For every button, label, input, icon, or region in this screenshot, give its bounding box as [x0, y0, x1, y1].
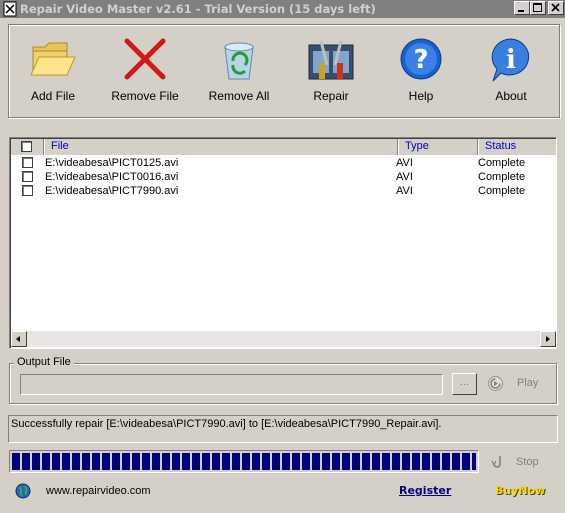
row-type: AVI	[396, 157, 413, 169]
column-header-type[interactable]: Type	[398, 139, 478, 155]
folder-icon	[30, 42, 76, 76]
table-row[interactable]: E:\videabesa\PICT0125.avi AVI Complete	[11, 156, 556, 170]
table-row[interactable]: E:\videabesa\PICT7990.avi AVI Complete	[11, 184, 556, 198]
arrow-left-icon	[16, 336, 20, 342]
help-button[interactable]: ? Help	[377, 25, 465, 117]
progress-bar	[9, 450, 479, 473]
status-message: Successfully repair [E:\videabesa\PICT79…	[8, 415, 558, 443]
table-row[interactable]: E:\videabesa\PICT0016.avi AVI Complete	[11, 170, 556, 184]
minimize-icon	[518, 10, 524, 12]
close-icon	[551, 3, 560, 12]
maximize-button[interactable]	[530, 1, 546, 15]
select-all-checkbox[interactable]	[21, 141, 32, 152]
repair-label: Repair	[313, 89, 349, 103]
remove-file-label: Remove File	[111, 89, 179, 103]
recycle-bin-icon	[224, 42, 254, 80]
help-label: Help	[408, 89, 434, 103]
output-file-label: Output File	[14, 356, 74, 369]
window-title: Repair Video Master v2.61 - Trial Versio…	[20, 2, 376, 16]
file-list[interactable]: File Type Status E:\videabesa\PICT0125.a…	[9, 137, 557, 349]
row-status: Complete	[478, 185, 526, 197]
minimize-button[interactable]	[514, 1, 530, 15]
about-button[interactable]: i About	[467, 25, 555, 117]
row-checkbox[interactable]	[22, 171, 33, 182]
toolbar: Add File Remove File Remove All Repair ?…	[8, 24, 560, 118]
scroll-left-button[interactable]	[11, 331, 27, 347]
remove-all-label: Remove All	[208, 89, 270, 103]
output-file-field[interactable]	[20, 374, 443, 395]
about-label: About	[495, 89, 527, 103]
buynow-link[interactable]: BuyNow	[495, 484, 545, 497]
add-file-button[interactable]: Add File	[9, 25, 97, 117]
website-link[interactable]: www.repairvideo.com	[46, 485, 151, 497]
svg-text:i: i	[506, 45, 516, 75]
row-checkbox[interactable]	[22, 157, 33, 168]
column-header-file[interactable]: File	[44, 139, 398, 155]
red-x-icon	[124, 38, 166, 80]
row-status: Complete	[478, 157, 526, 169]
title-bar[interactable]: Repair Video Master v2.61 - Trial Versio…	[0, 0, 565, 18]
play-icon	[488, 376, 503, 391]
row-checkbox[interactable]	[22, 185, 33, 196]
repair-button[interactable]: Repair	[287, 25, 375, 117]
arrow-right-icon	[546, 336, 550, 342]
list-header: File Type Status	[11, 139, 556, 155]
stop-button[interactable]: Stop	[516, 456, 539, 468]
film-tools-icon	[308, 40, 354, 80]
row-file: E:\videabesa\PICT7990.avi	[45, 185, 179, 197]
row-status: Complete	[478, 171, 526, 183]
help-question-icon: ?	[400, 38, 442, 80]
maximize-icon	[533, 3, 542, 12]
close-button[interactable]	[548, 1, 564, 15]
info-icon: i	[491, 38, 530, 82]
row-file: E:\videabesa\PICT0016.avi	[45, 171, 179, 183]
row-type: AVI	[396, 171, 413, 183]
progress-fill	[12, 453, 476, 470]
row-file: E:\videabesa\PICT0125.avi	[45, 157, 179, 169]
horizontal-scrollbar[interactable]	[11, 331, 556, 347]
app-icon	[3, 1, 17, 17]
browse-button[interactable]: ...	[452, 373, 477, 395]
add-file-label: Add File	[30, 89, 76, 103]
scroll-right-button[interactable]	[540, 331, 556, 347]
play-button[interactable]: Play	[517, 377, 538, 389]
register-link[interactable]: Register	[399, 484, 451, 497]
row-type: AVI	[396, 185, 413, 197]
remove-file-button[interactable]: Remove File	[101, 25, 189, 117]
globe-icon	[15, 483, 31, 499]
column-header-status[interactable]: Status	[478, 139, 556, 155]
svg-text:?: ?	[413, 45, 428, 75]
header-select-all[interactable]	[11, 139, 44, 155]
stop-icon	[491, 456, 501, 468]
remove-all-button[interactable]: Remove All	[195, 25, 283, 117]
